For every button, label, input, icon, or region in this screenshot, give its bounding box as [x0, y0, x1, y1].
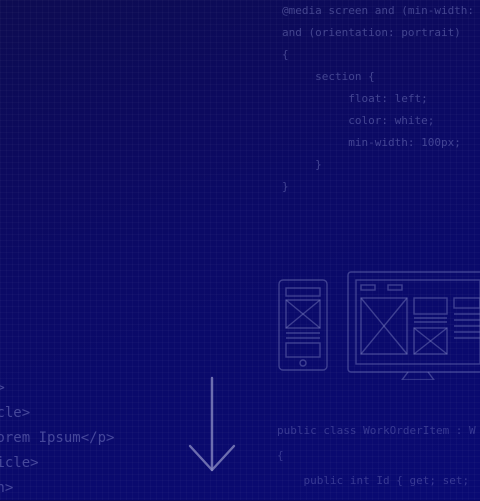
code-line: }	[282, 176, 474, 198]
scroll-down-arrow-icon[interactable]	[186, 374, 238, 474]
code-text: min-width: 100px;	[348, 136, 461, 149]
code-line: public class WorkOrderItem : W	[277, 418, 476, 443]
code-snippet-html: n> icle> Lorem Ipsum</p> ticle> on>	[0, 376, 114, 501]
code-text: }	[282, 180, 289, 193]
code-line: @media screen and (min-width:	[282, 0, 474, 22]
code-text: and (orientation: portrait)	[282, 26, 461, 39]
code-text: {	[282, 48, 289, 61]
code-text: }	[315, 158, 322, 171]
code-text: @media screen and (min-width:	[282, 4, 475, 17]
code-line: }	[282, 154, 474, 176]
code-text: {	[277, 449, 284, 462]
code-text: public int Id { get; set;	[303, 474, 470, 487]
code-line: n>	[0, 380, 5, 396]
code-line: public int Id { get; set;	[277, 468, 476, 493]
code-line: ticle>	[0, 455, 39, 471]
code-snippet-css: @media screen and (min-width: and (orient…	[282, 0, 474, 198]
code-line: and (orientation: portrait)	[282, 22, 474, 44]
code-snippet-csharp: public class WorkOrderItem : W { public i…	[277, 418, 476, 493]
code-line: section {	[282, 66, 474, 88]
code-text: color: white;	[348, 114, 435, 127]
code-line: Lorem Ipsum</p>	[0, 430, 115, 446]
code-text: float: left;	[348, 92, 428, 105]
responsive-wireframe-icon	[278, 271, 480, 380]
code-text: section {	[315, 70, 375, 83]
code-line: {	[282, 44, 474, 66]
code-text: public class WorkOrderItem : W	[277, 424, 476, 437]
code-line: color: white;	[282, 110, 474, 132]
code-line: min-width: 100px;	[282, 132, 474, 154]
code-line: float: left;	[282, 88, 474, 110]
code-line: icle>	[0, 405, 31, 421]
code-line: on>	[0, 480, 14, 496]
code-line: {	[277, 443, 476, 468]
